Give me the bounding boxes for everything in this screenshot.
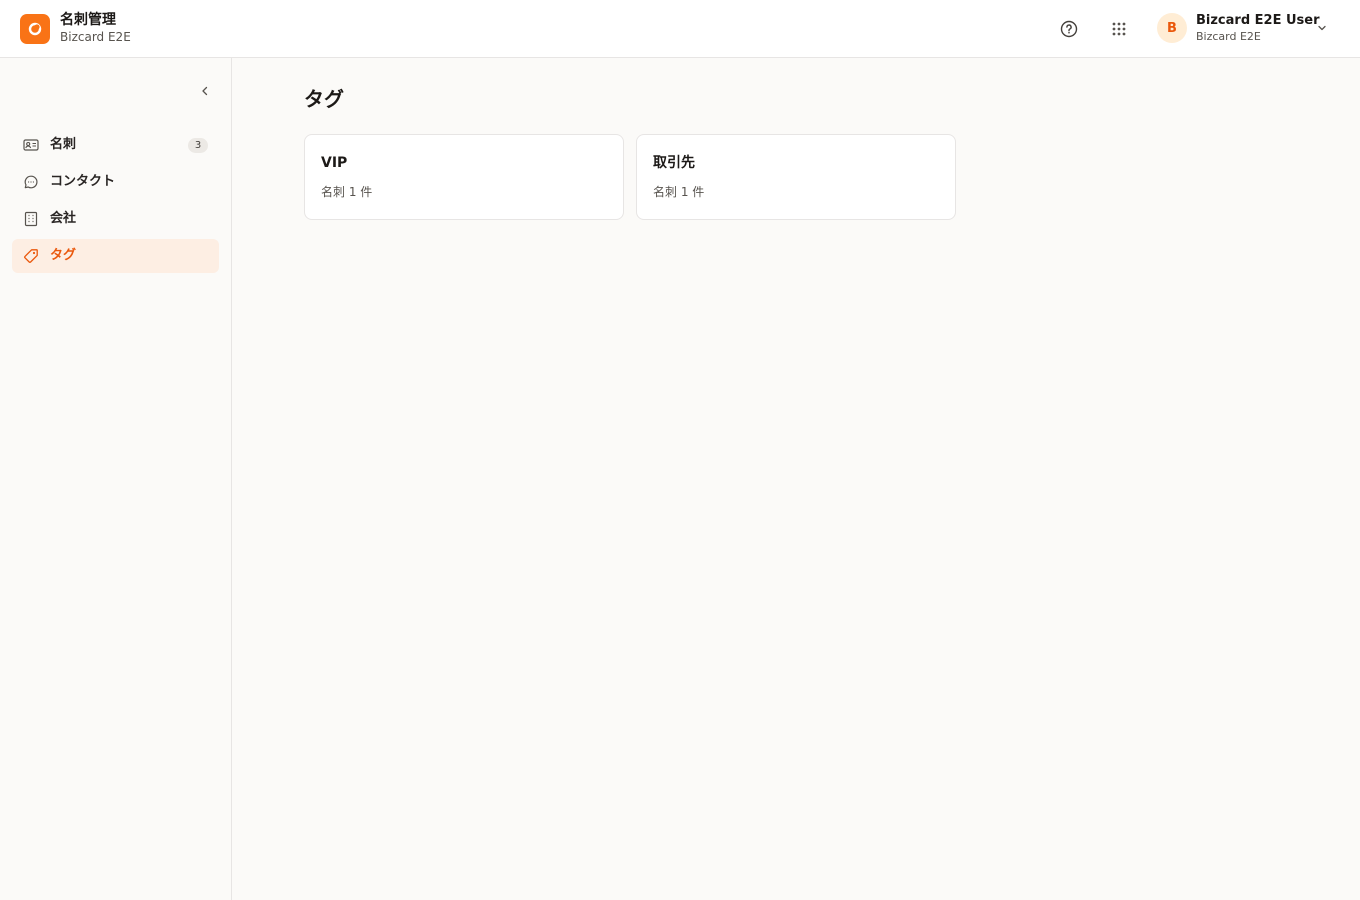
help-circle-icon [1060,20,1078,38]
chevron-down-icon [1318,25,1326,31]
app-title: 名刺管理 [60,12,116,28]
page-title: タグ [304,87,344,111]
user-menu[interactable]: B Bizcard E2E User Bizcard E2E [1152,10,1342,48]
sidebar-collapse-button[interactable] [194,80,216,102]
chat-bubble-icon [24,175,38,189]
sidebar-item-tags[interactable]: タグ [12,239,219,273]
avatar: B [1157,13,1187,43]
app-subtitle: Bizcard E2E [60,30,131,44]
chevron-left-icon [202,86,208,96]
sidebar: 名刺 3 コンタクト 会社 タグ [0,58,232,900]
sidebar-item-cards[interactable]: 名刺 3 [12,128,219,162]
user-org: Bizcard E2E [1196,30,1261,43]
sidebar-item-contacts[interactable]: コンタクト [12,165,219,199]
tag-icon [24,249,38,263]
sidebar-item-label: 名刺 [50,137,77,152]
logo-icon [28,22,42,36]
sidebar-item-label: コンタクト [50,174,116,189]
count-badge: 3 [188,138,208,153]
sidebar-item-companies[interactable]: 会社 [12,202,219,236]
app-logo[interactable] [20,14,50,44]
apps-menu-button[interactable] [1104,14,1134,44]
tag-card[interactable]: VIP 名刺 1 件 [304,134,624,220]
tag-count: 名刺 1 件 [321,185,373,199]
tag-name: VIP [321,155,348,171]
id-card-icon [23,139,39,151]
user-name: Bizcard E2E User [1196,13,1320,28]
tag-card[interactable]: 取引先 名刺 1 件 [636,134,956,220]
sidebar-item-label: タグ [50,248,77,263]
tag-name: 取引先 [653,155,695,171]
grid-icon [1112,22,1126,36]
sidebar-item-label: 会社 [50,211,77,226]
help-button[interactable] [1054,14,1084,44]
building-icon [24,211,38,227]
app-header: 名刺管理 Bizcard E2E B Bizcard E2E User Bizc… [0,0,1360,58]
tag-count: 名刺 1 件 [653,185,705,199]
